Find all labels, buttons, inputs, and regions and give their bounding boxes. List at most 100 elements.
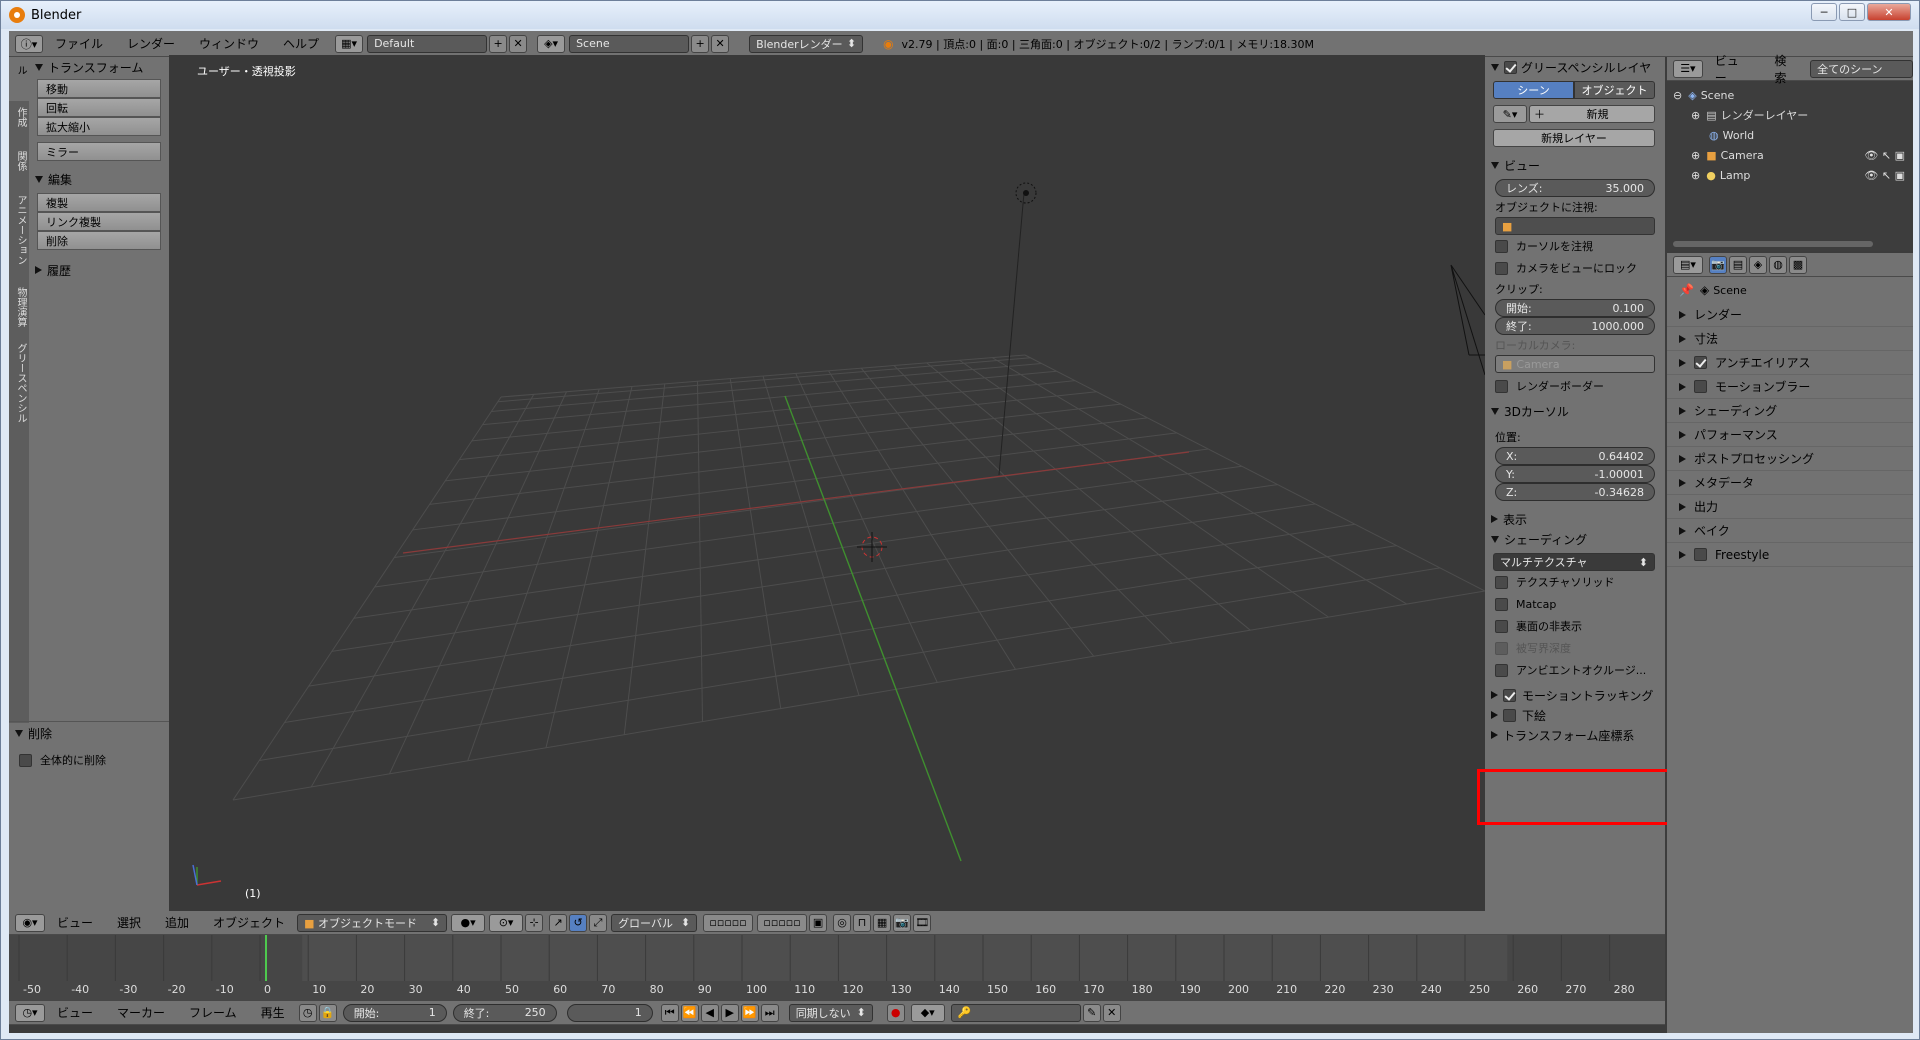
snap-element-icon[interactable]: ▦ — [873, 913, 892, 932]
lock-layers-icon[interactable]: ▣ — [809, 913, 828, 932]
history-panel-header[interactable]: 履歴 — [29, 260, 169, 280]
texture-context-icon[interactable]: ▩ — [1789, 255, 1807, 274]
properties-panel-8[interactable]: 出力 — [1667, 495, 1913, 519]
mirror-button[interactable]: ミラー — [37, 142, 161, 161]
new-layer-button[interactable]: 新規レイヤー — [1493, 129, 1655, 147]
delete-operator-header[interactable]: 削除 — [9, 723, 169, 743]
panel-enable-checkbox[interactable] — [1694, 548, 1707, 561]
3d-menu-view[interactable]: ビュー — [45, 914, 105, 931]
delete-keyframe-icon[interactable]: ✕ — [1102, 1003, 1121, 1022]
dof-option[interactable]: 被写界深度 — [1485, 637, 1665, 659]
lock-time-icon[interactable]: 🔒 — [318, 1003, 337, 1022]
3d-menu-select[interactable]: 選択 — [105, 914, 153, 931]
record-icon[interactable]: ● — [886, 1003, 905, 1022]
panel-enable-checkbox[interactable] — [1694, 380, 1707, 393]
properties-panel-6[interactable]: ポストプロセッシング — [1667, 447, 1913, 471]
render-layer-context-icon[interactable]: ▤ — [1729, 255, 1747, 274]
scale-manipulator-icon[interactable]: ⤢ — [589, 913, 608, 932]
lock-cursor-option[interactable]: カーソルを注視 — [1485, 235, 1665, 257]
outliner-display-select[interactable]: 全てのシーン — [1810, 59, 1913, 78]
opengl-render-icon[interactable]: 📷 — [893, 913, 912, 932]
outliner-item-render-layers[interactable]: ⊕ ▤ レンダーレイヤー — [1667, 105, 1913, 125]
remove-scene-icon[interactable]: ✕ — [711, 34, 730, 53]
shading-panel-header[interactable]: シェーディング — [1485, 529, 1665, 549]
minimize-button[interactable]: ─ — [1811, 3, 1837, 21]
menu-help[interactable]: ヘルプ — [271, 35, 331, 52]
timeline-menu-view[interactable]: ビュー — [45, 1004, 105, 1021]
background-images-panel-header[interactable]: 下絵 — [1485, 705, 1665, 725]
menu-render[interactable]: レンダー — [115, 35, 187, 52]
viewport-shading-icon[interactable]: ●▾ — [451, 913, 486, 932]
cursor-y-field[interactable]: Y: -1.00001 — [1495, 465, 1655, 483]
transform-orientations-panel-header[interactable]: トランスフォーム座標系 — [1485, 725, 1665, 745]
play-icon[interactable]: ▶ — [720, 1003, 739, 1022]
frame-end-field[interactable]: 終了: 250 — [452, 1003, 557, 1022]
view-panel-header[interactable]: ビュー — [1485, 155, 1665, 175]
use-global-checkbox[interactable] — [19, 753, 32, 767]
tab-grease-object[interactable]: オブジェクト — [1574, 81, 1655, 99]
add-layout-icon[interactable]: + — [489, 34, 508, 53]
mode-select[interactable]: ■ オブジェクトモード ⬍ — [297, 913, 448, 932]
render-context-icon[interactable]: 📷 — [1709, 255, 1727, 274]
texture-solid-option[interactable]: テクスチャソリッド — [1485, 571, 1665, 593]
active-keying-set-field[interactable]: 🔑 — [950, 1003, 1081, 1022]
snap-icon[interactable]: ⊓ — [853, 913, 872, 932]
use-global-option[interactable]: 全体的に削除 — [9, 749, 169, 771]
world-context-icon[interactable]: ◍ — [1769, 255, 1787, 274]
lens-field[interactable]: レンズ: 35.000 — [1495, 179, 1655, 197]
outliner-item-scene[interactable]: ⊖ ◈ Scene — [1667, 85, 1913, 105]
new-grease-data-button[interactable]: ＋新規 — [1529, 105, 1655, 123]
timeline-menu-frame[interactable]: フレーム — [177, 1004, 249, 1021]
edit-panel-header[interactable]: 編集 — [29, 169, 169, 189]
duplicate-linked-button[interactable]: リンク複製 — [37, 212, 161, 231]
render-border-option[interactable]: レンダーボーダー — [1485, 375, 1665, 397]
properties-panel-5[interactable]: パフォーマンス — [1667, 423, 1913, 447]
translate-manipulator-icon[interactable]: ↗ — [549, 913, 568, 932]
outliner-scrollbar[interactable] — [1673, 241, 1873, 247]
menu-window[interactable]: ウィンドウ — [187, 35, 271, 52]
timeline-menu-playback[interactable]: 再生 — [249, 1004, 297, 1021]
properties-panel-4[interactable]: シェーディング — [1667, 399, 1913, 423]
delete-button[interactable]: 削除 — [37, 231, 161, 250]
scene-icon[interactable]: ◈▾ — [537, 34, 566, 53]
matcap-option[interactable]: Matcap — [1485, 593, 1665, 615]
frame-start-field[interactable]: 開始: 1 — [342, 1003, 447, 1022]
orientation-select[interactable]: グローバル ⬍ — [611, 913, 698, 932]
jump-keyframe-back-icon[interactable]: ⏪ — [680, 1003, 699, 1022]
outliner-item-camera[interactable]: ⊕ ■ Camera 👁 ↖ ▣ — [1667, 145, 1913, 165]
properties-panel-2[interactable]: アンチエイリアス — [1667, 351, 1913, 375]
outliner-editor-type-icon[interactable]: ☰▾ — [1673, 59, 1703, 78]
jump-start-icon[interactable]: ⏮ — [660, 1003, 679, 1022]
translate-button[interactable]: 移動 — [37, 79, 161, 98]
tab-grease-scene[interactable]: シーン — [1493, 81, 1574, 99]
rotate-manipulator-icon[interactable]: ↺ — [569, 913, 588, 932]
properties-panel-7[interactable]: メタデータ — [1667, 471, 1913, 495]
outliner-item-world[interactable]: ◍ World — [1667, 125, 1913, 145]
properties-editor-type-icon[interactable]: ▤▾ — [1673, 255, 1703, 274]
3d-menu-add[interactable]: 追加 — [153, 914, 201, 931]
clip-end-field[interactable]: 終了: 1000.000 — [1495, 317, 1655, 335]
layers-grid-1[interactable]: ▫▫▫▫▫ — [703, 913, 754, 932]
lock-object-field[interactable]: ■ — [1495, 217, 1655, 235]
backface-culling-option[interactable]: 裏面の非表示 — [1485, 615, 1665, 637]
lock-camera-option[interactable]: カメラをビューにロック — [1485, 257, 1665, 279]
3d-view-editor-type-icon[interactable]: ◉▾ — [15, 913, 45, 932]
render-engine-select[interactable]: Blenderレンダー ⬍ — [749, 34, 864, 53]
scene-context-icon[interactable]: ◈ — [1749, 255, 1767, 274]
manipulator-toggle-icon[interactable]: ⊹ — [525, 913, 544, 932]
scale-button[interactable]: 拡大縮小 — [37, 117, 161, 136]
properties-panel-1[interactable]: 寸法 — [1667, 327, 1913, 351]
3d-menu-object[interactable]: オブジェクト — [201, 914, 297, 931]
current-frame-field[interactable]: 1 — [566, 1003, 653, 1022]
panel-enable-checkbox[interactable] — [1694, 356, 1707, 369]
timeline[interactable]: -50 -40 -30 -20 -10 0 10 20 30 40 50 60 70 80 90 100 110… — [9, 935, 1665, 1001]
clip-start-field[interactable]: 開始: 0.100 — [1495, 299, 1655, 317]
local-camera-field[interactable]: ■ Camera — [1495, 355, 1655, 373]
scene-field[interactable]: Scene — [569, 34, 690, 53]
insert-keyframe-icon[interactable]: ✎ — [1082, 1003, 1101, 1022]
layout-field[interactable]: Default — [367, 34, 488, 53]
sync-mode-select[interactable]: 同期しない ⬍ — [788, 1003, 873, 1022]
cursor-x-field[interactable]: X: 0.64402 — [1495, 447, 1655, 465]
proportional-edit-icon[interactable]: ◎ — [833, 913, 852, 932]
remove-layout-icon[interactable]: ✕ — [509, 34, 528, 53]
